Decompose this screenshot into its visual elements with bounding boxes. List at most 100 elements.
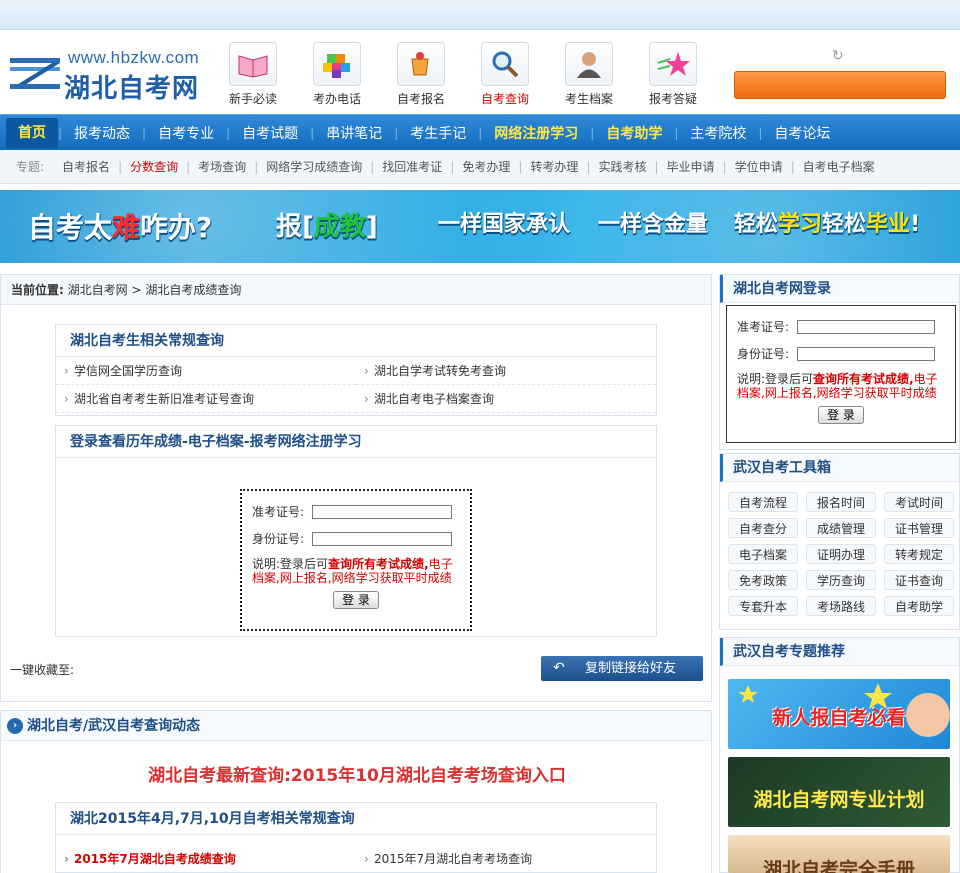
topic-link[interactable]: 自考电子档案	[795, 158, 883, 175]
topic-link[interactable]: 考场查询	[190, 158, 254, 175]
tool-link[interactable]: 专套升本	[728, 596, 798, 616]
tool-link[interactable]: 自考助学	[884, 596, 954, 616]
book-icon	[238, 55, 268, 78]
magnifier-icon	[492, 51, 519, 78]
topic-link-active[interactable]: 分数查询	[122, 158, 186, 175]
exam-id-input[interactable]	[312, 504, 452, 519]
side-login-form: 准考证号: 身份证号: 说明:登录后可查询所有考试成绩,电子档案,网上报名,网络…	[726, 305, 956, 443]
promo-title: 湖北自考完全手册	[762, 859, 915, 873]
toolbox-panel: 武汉自考工具箱 自考流程 报名时间 考试时间 自考查分 成绩管理 证书管理 电子…	[719, 453, 960, 630]
tool-link[interactable]: 自考查分	[728, 518, 798, 538]
tool-link[interactable]: 证明办理	[806, 544, 876, 564]
topic-nav: 专题: 自考报名 | 分数查询 | 考场查询 | 网络学习成绩查询 | 找回准考证 | 免…	[0, 150, 960, 184]
topic-link[interactable]: 学位申请	[727, 158, 791, 175]
nav-item[interactable]: 考生手记	[398, 123, 478, 143]
site-logo[interactable]: www.hbzkw.com 湖北自考网	[8, 48, 208, 108]
exam-query-link[interactable]: 2015年7月湖北自考考场查询	[356, 845, 656, 873]
tool-link[interactable]: 自考流程	[728, 492, 798, 512]
topic-link[interactable]: 实践考核	[590, 158, 654, 175]
quick-link-label: 考生档案	[564, 92, 613, 106]
query-link[interactable]: 湖北自学考试转免考查询	[356, 357, 656, 385]
query-link[interactable]: 湖北省自考考生新旧准考证号查询	[56, 385, 356, 413]
tool-link[interactable]: 电子档案	[728, 544, 798, 564]
topic-link[interactable]: 自考报名	[54, 158, 118, 175]
exam-query-title: 湖北2015年4月,7月,10月自考相关常规查询	[56, 803, 656, 835]
banner-text-4: 一样含金量	[598, 212, 709, 237]
person-icon	[577, 52, 601, 78]
id-card-input[interactable]	[312, 531, 452, 546]
promo-banner[interactable]: 自考太难咋办? 报[成教] 一样国家承认 一样含金量 轻松学习轻松毕业!	[0, 190, 960, 263]
tool-link[interactable]: 考场路线	[806, 596, 876, 616]
topic-link[interactable]: 网络学习成绩查询	[258, 158, 370, 175]
id-card-label: 身份证号:	[737, 347, 790, 361]
exam-id-label: 准考证号:	[737, 320, 790, 334]
orange-action-button[interactable]	[734, 71, 946, 99]
tool-link[interactable]: 证书管理	[884, 518, 954, 538]
star-icon	[657, 52, 690, 76]
promo-title: 新人报自考必看	[772, 707, 906, 729]
quick-link-phone[interactable]: 考办电话	[305, 42, 369, 107]
tool-link[interactable]: 报名时间	[806, 492, 876, 512]
tool-link[interactable]: 免考政策	[728, 570, 798, 590]
topic-promo-manual[interactable]: 湖北自考完全手册	[728, 835, 950, 873]
login-button[interactable]: 登 录	[333, 591, 379, 609]
side-login-button[interactable]: 登 录	[818, 406, 864, 424]
topic-link[interactable]: 转考办理	[522, 158, 586, 175]
exam-query-link[interactable]: 2015年7月湖北自考成绩查询	[56, 845, 356, 873]
exam-query-panel: 湖北2015年4月,7月,10月自考相关常规查询 2015年7月湖北自考成绩查询…	[55, 802, 657, 873]
topic-link[interactable]: 毕业申请	[659, 158, 723, 175]
query-link[interactable]: 湖北自考电子档案查询	[356, 385, 656, 413]
quick-link-archive[interactable]: 考生档案	[557, 42, 621, 107]
topic-promo-plan[interactable]: 湖北自考网专业计划	[728, 757, 950, 827]
query-headline[interactable]: 湖北自考最新查询:2015年10月湖北自考考场查询入口	[1, 761, 713, 786]
quick-link-register[interactable]: 自考报名	[389, 42, 453, 107]
topic-nav-lead: 专题:	[16, 160, 45, 174]
quick-link-label: 新手必读	[228, 92, 277, 106]
nav-item[interactable]: 串讲笔记	[314, 123, 394, 143]
tool-link[interactable]: 转考规定	[884, 544, 954, 564]
promo-title: 湖北自考网专业计划	[753, 789, 925, 811]
login-form: 准考证号: 身份证号: 说明:登录后可查询所有考试成绩,电子档案,网上报名,网络…	[240, 489, 472, 631]
topic-link[interactable]: 找回准考证	[374, 158, 450, 175]
topic-promo-newbie[interactable]: 新人报自考必看	[728, 679, 950, 749]
bookmark-label: 一键收藏至:	[10, 663, 75, 677]
tool-link[interactable]: 成绩管理	[806, 518, 876, 538]
nav-item-home[interactable]: 首页	[6, 117, 58, 148]
nav-item[interactable]: 报考动态	[62, 123, 142, 143]
side-exam-id-input[interactable]	[797, 319, 935, 334]
main-nav: 首页 | 报考动态 | 自考专业 | 自考试题 | 串讲笔记 | 考生手记 | 网络注册学习…	[0, 114, 960, 150]
side-id-card-input[interactable]	[797, 346, 935, 361]
side-login-title: 湖北自考网登录	[720, 275, 959, 303]
nav-item[interactable]: 自考试题	[230, 123, 310, 143]
nav-item[interactable]: 主考院校	[678, 123, 758, 143]
tool-link[interactable]: 证书查询	[884, 570, 954, 590]
breadcrumb-path[interactable]: 湖北自考网 > 湖北自考成绩查询	[68, 283, 242, 297]
query-panel-title: 湖北自考生相关常规查询	[56, 325, 656, 357]
nav-item-highlight[interactable]: 网络注册学习	[482, 123, 590, 143]
breadcrumb: 当前位置: 湖北自考网 > 湖北自考成绩查询	[1, 275, 711, 305]
quick-link-faq[interactable]: 报考答疑	[641, 42, 705, 107]
tool-link[interactable]: 考试时间	[884, 492, 954, 512]
nav-item[interactable]: 自考论坛	[762, 123, 842, 143]
quick-link-query[interactable]: 自考查询	[473, 42, 537, 107]
banner-text-1: 自考太难咋办?	[28, 211, 213, 244]
nav-item-highlight[interactable]: 自考助学	[594, 123, 674, 143]
arrow-circle-icon: ›	[7, 718, 23, 734]
refresh-icon[interactable]: ↻	[832, 48, 844, 64]
nav-item[interactable]: 自考专业	[146, 123, 226, 143]
copy-link-button[interactable]: ↶ 复制链接给好友	[541, 656, 703, 681]
tool-link[interactable]: 学历查询	[806, 570, 876, 590]
toolbox-title: 武汉自考工具箱	[720, 454, 959, 482]
logo-name: 湖北自考网	[64, 74, 200, 104]
banner-text-3: 一样国家承认	[438, 212, 571, 237]
login-note: 说明:登录后可查询所有考试成绩,电子档案,网上报名,网络学习获取平时成绩	[737, 372, 938, 400]
quick-link-newbie[interactable]: 新手必读	[221, 42, 285, 107]
quick-link-label: 报考答疑	[648, 92, 697, 106]
cup-icon	[411, 52, 429, 76]
banner-text-2: 报[成教]	[276, 212, 378, 242]
query-news-title: › 湖北自考/武汉自考查询动态	[1, 711, 711, 741]
header: www.hbzkw.com 湖北自考网 新手必读 考办电话 自考报名 自考查询 …	[0, 30, 960, 114]
login-panel-title: 登录查看历年成绩-电子档案-报考网络注册学习	[56, 426, 656, 458]
query-link[interactable]: 学信网全国学历查询	[56, 357, 356, 385]
topic-link[interactable]: 免考办理	[454, 158, 518, 175]
